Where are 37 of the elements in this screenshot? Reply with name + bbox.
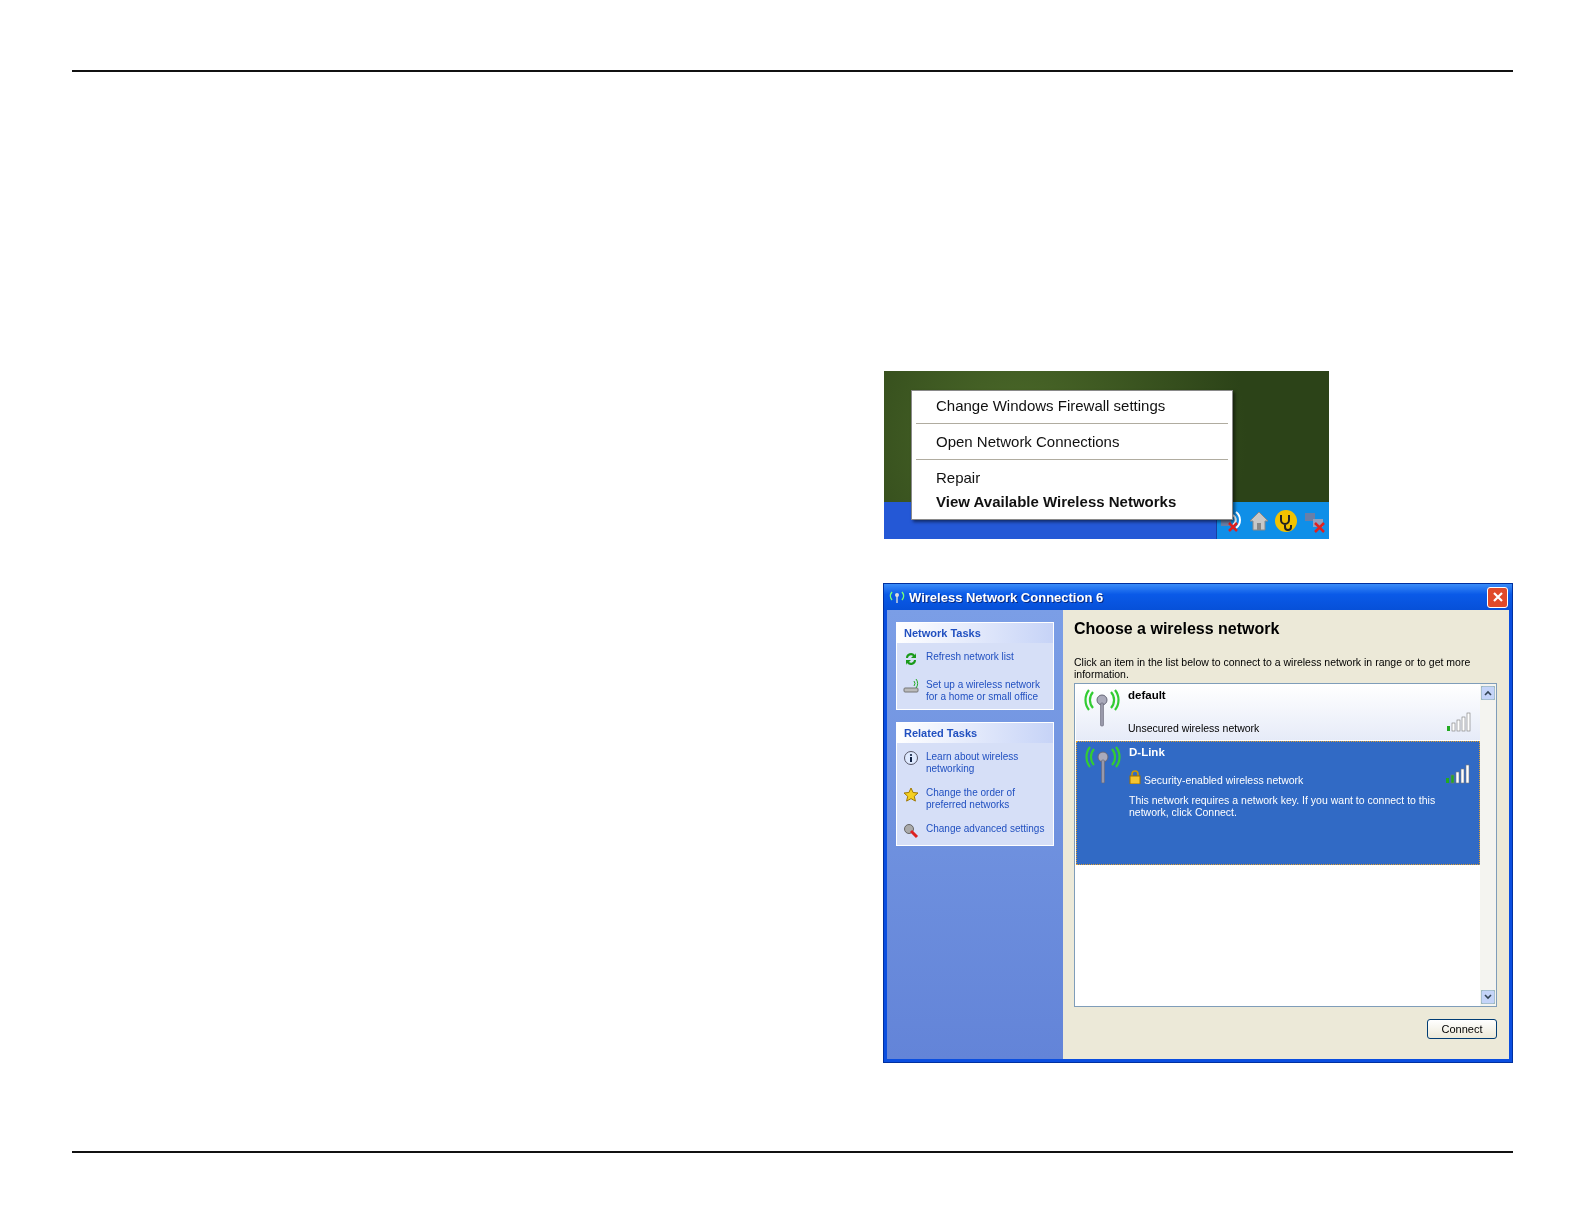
signal-strength-icon <box>1446 712 1474 732</box>
task-link[interactable]: Learn about wireless networking <box>926 751 1051 775</box>
security-status: Security-enabled wireless network <box>1144 774 1305 786</box>
wireless-icon[interactable] <box>1219 508 1244 533</box>
router-icon <box>903 679 921 695</box>
menu-item[interactable]: Open Network Connections <box>912 430 1232 454</box>
window-title: Wireless Network Connection 6 <box>909 589 1105 605</box>
menu-item[interactable]: Repair <box>912 466 1232 490</box>
task-link[interactable]: Change advanced settings <box>926 823 1045 835</box>
antenna-icon <box>1084 689 1120 727</box>
close-icon <box>1491 591 1504 603</box>
close-button[interactable] <box>1487 586 1508 608</box>
scrollbar[interactable] <box>1480 684 1496 1006</box>
dialog-heading: Choose a wireless network <box>1074 620 1281 638</box>
network-name: default <box>1128 689 1167 701</box>
signal-strength-icon <box>1445 764 1473 784</box>
security-status: Unsecured wireless network <box>1128 722 1261 734</box>
stethoscope-icon[interactable] <box>1274 508 1299 533</box>
network-message: This network requires a network key. If you want to connect to this network, click Connect. <box>1129 794 1437 818</box>
menu-item[interactable]: Change Windows Firewall settings <box>912 394 1232 418</box>
menu-item[interactable]: View Available Wireless Networks <box>912 490 1232 514</box>
scroll-down-icon[interactable] <box>1481 990 1495 1004</box>
network-name: D-Link <box>1129 746 1166 758</box>
star-icon <box>903 787 919 803</box>
instructions-text: Click an item in the list below to connect to a wireless network in range or to get more information. <box>1074 656 1472 680</box>
antenna-icon <box>1085 746 1121 784</box>
task-link[interactable]: Set up a wireless network for a home or small office <box>926 679 1051 703</box>
panel-header: Related Tasks <box>897 723 1053 743</box>
network-row[interactable]: D-Link Security-enabled wireless network This network requires a network key. If you want to connect to this network, click Connect. <box>1076 741 1480 865</box>
task-link[interactable]: Change the order of preferred networks <box>926 787 1051 811</box>
info-icon <box>903 751 919 767</box>
panel-header: Network Tasks <box>897 623 1053 643</box>
scroll-up-icon[interactable] <box>1481 686 1495 700</box>
task-link[interactable]: Refresh network list <box>926 651 1014 663</box>
connect-button[interactable]: Connect <box>1427 1019 1497 1039</box>
antenna-icon <box>888 591 906 603</box>
refresh-icon <box>903 651 919 667</box>
